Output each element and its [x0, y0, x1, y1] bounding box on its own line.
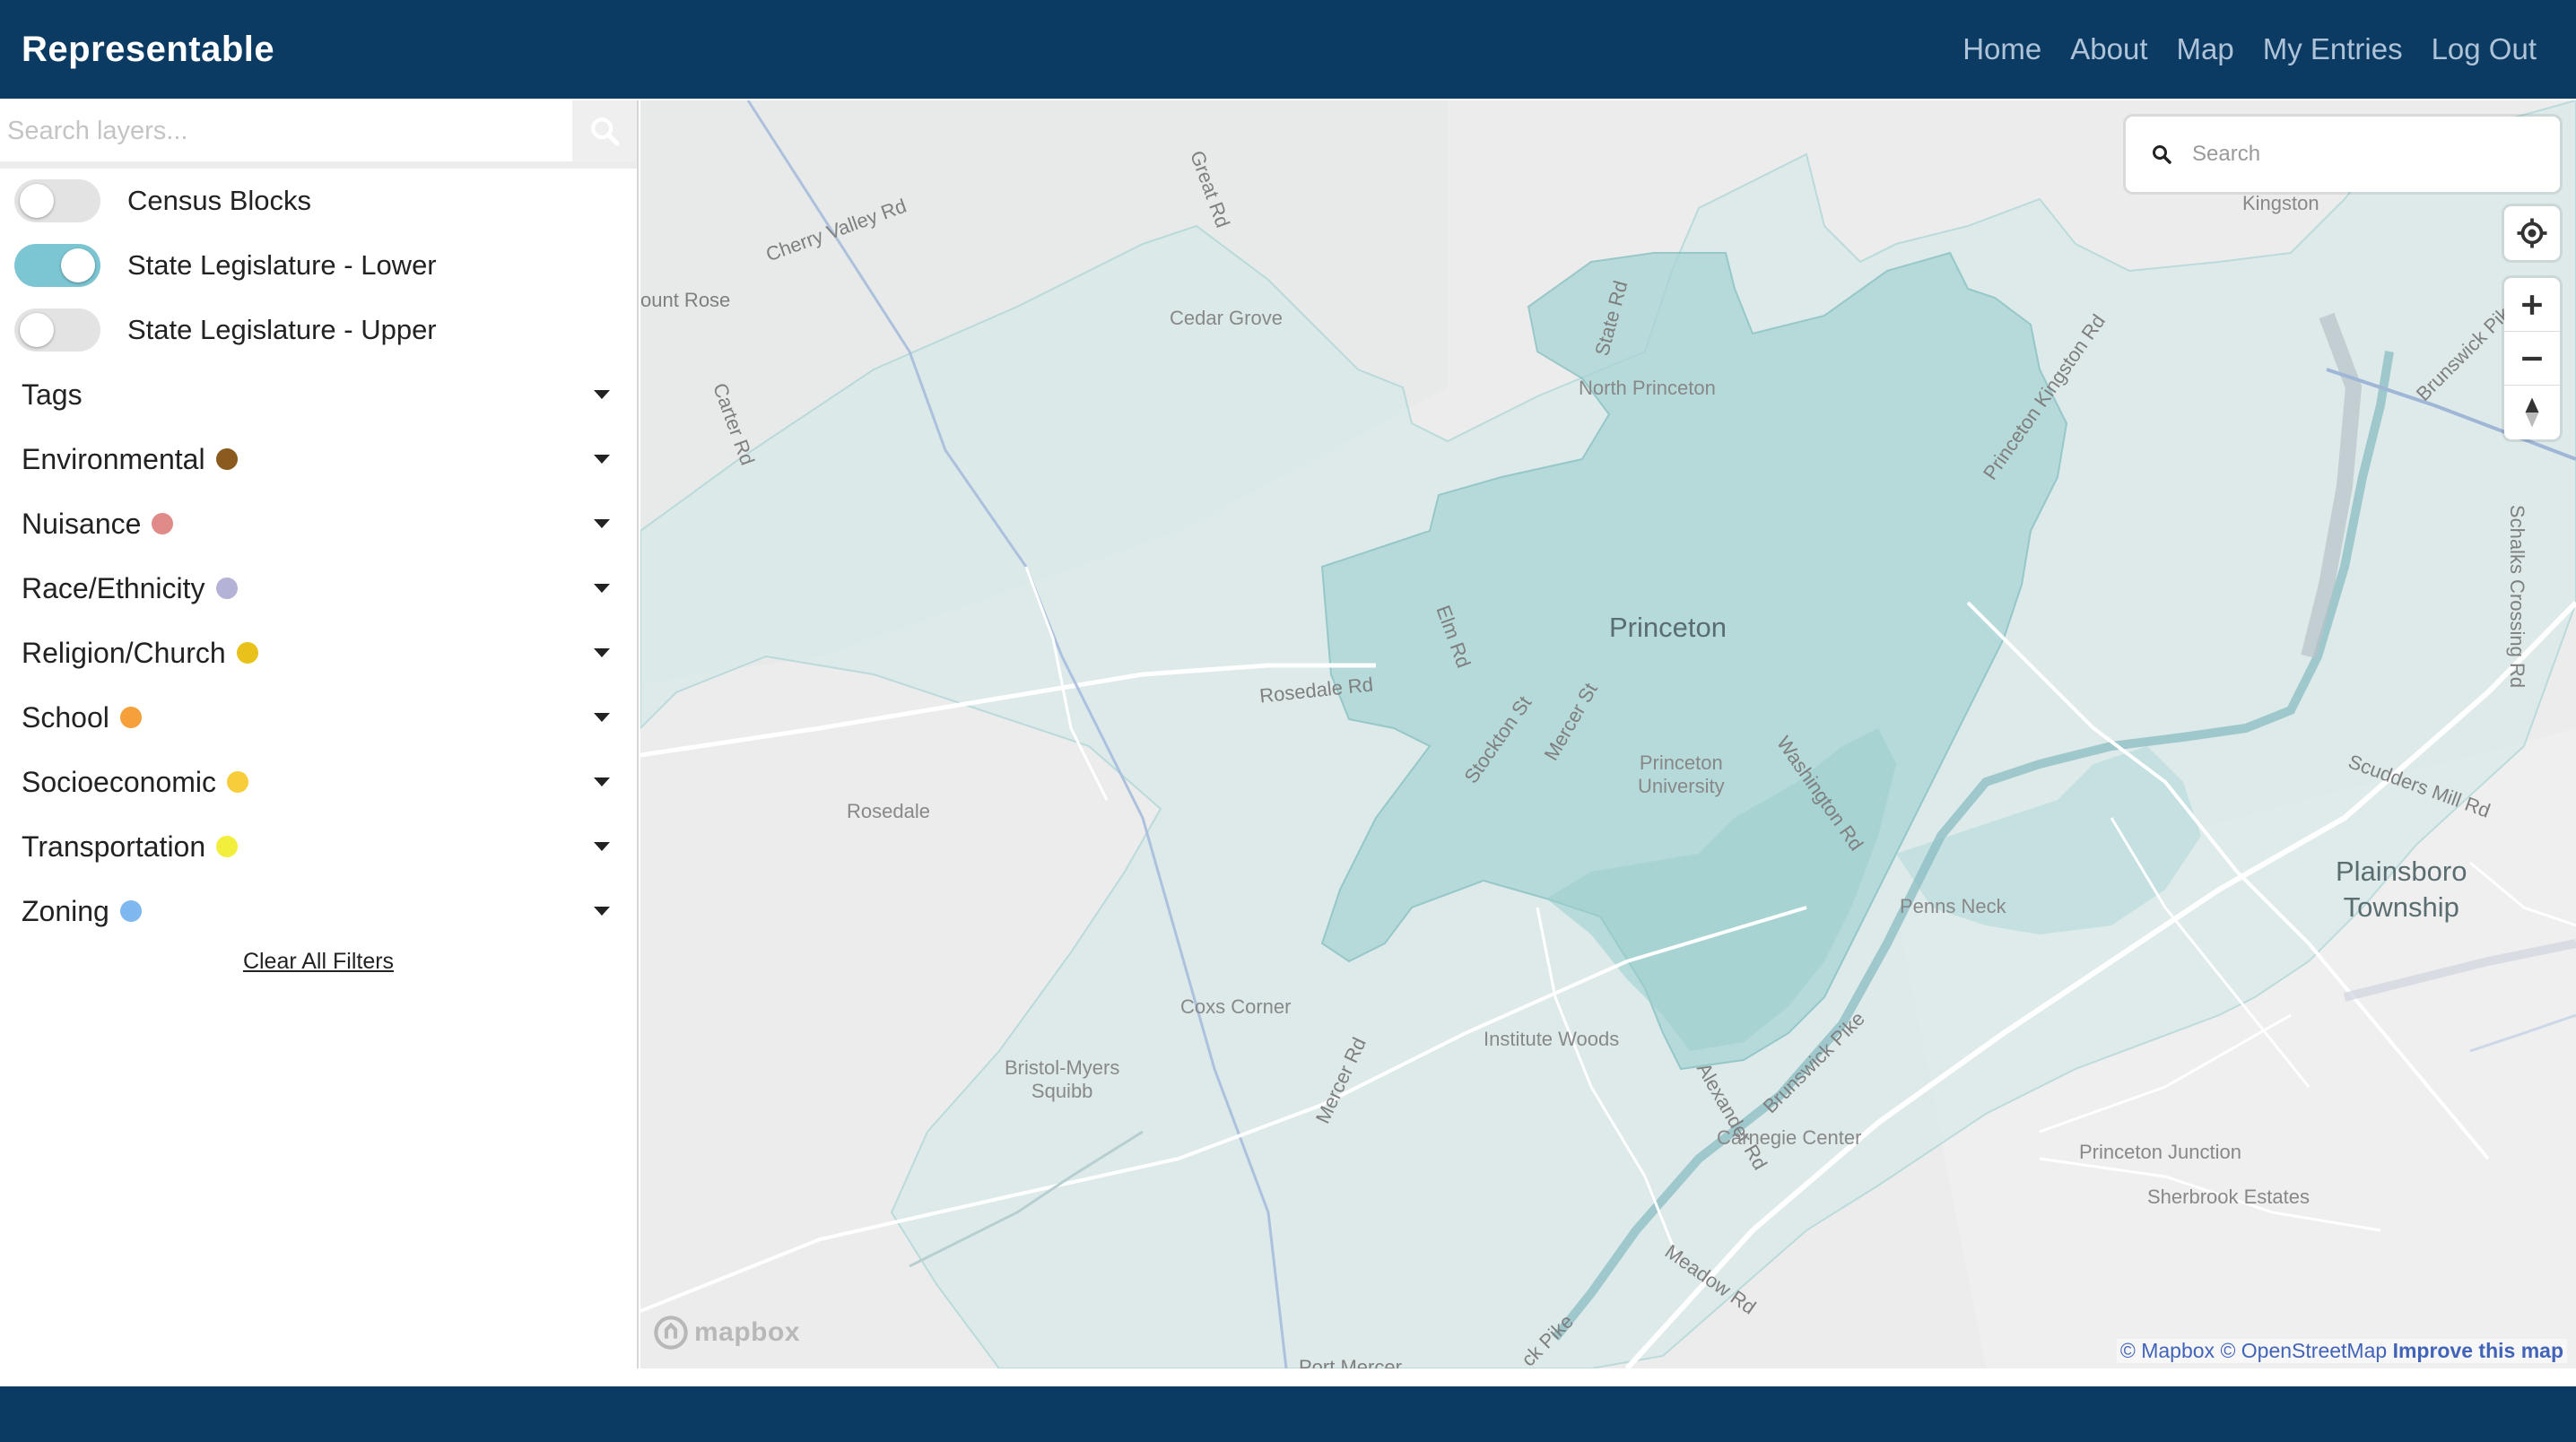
map-label-princeton: Princeton	[1609, 612, 1727, 643]
layer-sidebar: Census Blocks State Legislature - Lower …	[0, 100, 639, 1368]
layer-label: State Legislature - Upper	[127, 314, 437, 345]
map-label-cedar-grove: Cedar Grove	[1170, 307, 1283, 329]
filter-label: Zoning	[22, 894, 109, 927]
caret-down-icon	[594, 390, 610, 399]
filter-label: Nuisance	[22, 507, 142, 540]
nav-map-link[interactable]: Map	[2177, 32, 2234, 66]
page-footer	[0, 1386, 2576, 1442]
state-legislature-upper-toggle[interactable]	[14, 308, 100, 352]
nav-logout-link[interactable]: Log Out	[2432, 32, 2537, 66]
osm-attribution-link[interactable]: © OpenStreetMap	[2220, 1339, 2387, 1362]
category-color-dot	[215, 578, 238, 599]
nav-home-link[interactable]: Home	[1962, 32, 2041, 66]
search-icon	[591, 117, 620, 146]
map-label-rosedale: Rosedale	[847, 800, 930, 822]
map-label-princeton-junction: Princeton Junction	[2079, 1141, 2241, 1163]
category-color-dot	[236, 642, 258, 664]
filter-label: Transportation	[22, 830, 206, 863]
category-color-dot	[216, 836, 239, 857]
geolocate-control	[2504, 206, 2560, 260]
mapbox-wordmark: mapbox	[694, 1317, 801, 1347]
map-label-carnegie-center: Carnegie Center	[1717, 1126, 1862, 1149]
filter-socioeconomic[interactable]: Socioeconomic	[0, 750, 637, 814]
mapbox-attribution-link[interactable]: © Mapbox	[2120, 1339, 2215, 1362]
caret-down-icon	[594, 455, 610, 464]
caret-down-icon	[594, 777, 610, 786]
caret-down-icon	[594, 519, 610, 528]
brand-logo[interactable]: Representable	[22, 30, 274, 70]
nav-my-entries-link[interactable]: My Entries	[2263, 32, 2403, 66]
nav-links: Home About Map My Entries Log Out	[1962, 32, 2537, 66]
map-label-mount-rose: ount Rose	[640, 289, 731, 311]
filter-label: Socioeconomic	[22, 765, 216, 798]
layer-search-button[interactable]	[572, 100, 637, 161]
map-label-kingston: Kingston	[2242, 192, 2319, 214]
layer-toggle-census-blocks: Census Blocks	[0, 169, 637, 233]
caret-down-icon	[594, 584, 610, 593]
census-blocks-toggle[interactable]	[14, 179, 100, 222]
filter-nuisance[interactable]: Nuisance	[0, 491, 637, 556]
map-canvas[interactable]: Cherry Valley Rd Great Rd ount Rose Ceda…	[640, 100, 2576, 1368]
category-color-dot	[119, 900, 142, 922]
map-label-institute-woods: Institute Woods	[1484, 1028, 1620, 1050]
filter-race-ethnicity[interactable]: Race/Ethnicity	[0, 556, 637, 621]
filter-label: Religion/Church	[22, 636, 226, 669]
map-attribution: © Mapbox © OpenStreetMap Improve this ma…	[2116, 1339, 2567, 1363]
map-search-input[interactable]	[2192, 142, 2533, 167]
crosshair-icon	[2517, 218, 2547, 248]
nav-about-link[interactable]: About	[2070, 32, 2147, 66]
caret-down-icon	[594, 842, 610, 851]
zoom-in-button[interactable]	[2504, 278, 2560, 332]
filter-religion-church[interactable]: Religion/Church	[0, 621, 637, 685]
layer-search-input[interactable]	[0, 100, 573, 161]
layer-toggle-state-lower: State Legislature - Lower	[0, 233, 637, 298]
filter-school[interactable]: School	[0, 685, 637, 750]
plus-icon	[2522, 294, 2542, 315]
category-color-dot	[119, 707, 142, 728]
tags-label: Tags	[22, 378, 83, 411]
compass-icon	[2525, 397, 2539, 428]
layer-search-bar	[0, 100, 637, 169]
tags-dropdown[interactable]: Tags	[0, 362, 637, 427]
clear-filters-row: Clear All Filters	[0, 949, 637, 975]
caret-down-icon	[594, 907, 610, 916]
map-label-coxs-corner: Coxs Corner	[1180, 995, 1292, 1018]
zoom-out-button[interactable]	[2504, 332, 2560, 386]
category-color-dot	[215, 448, 238, 470]
map-label-bristol-myers: Bristol-Myers Squibb	[1005, 1056, 1120, 1102]
filter-transportation[interactable]: Transportation	[0, 814, 637, 879]
map-search-box	[2126, 117, 2560, 192]
caret-down-icon	[594, 713, 610, 722]
mapbox-logo[interactable]: mapbox	[653, 1315, 800, 1351]
top-navbar: Representable Home About Map My Entries …	[0, 0, 2576, 99]
filter-label: Race/Ethnicity	[22, 571, 205, 604]
layer-label: State Legislature - Lower	[127, 249, 437, 281]
caret-down-icon	[594, 648, 610, 657]
geolocate-button[interactable]	[2504, 206, 2560, 260]
search-icon	[2153, 145, 2171, 164]
layer-toggle-state-upper: State Legislature - Upper	[0, 298, 637, 362]
map-label-sherbrook-estates: Sherbrook Estates	[2147, 1186, 2310, 1208]
improve-map-link[interactable]: Improve this map	[2393, 1339, 2563, 1362]
map-label-port-mercer: Port Mercer	[1299, 1356, 1402, 1368]
state-legislature-lower-toggle[interactable]	[14, 244, 100, 287]
map-label-plainsboro: Plainsboro Township	[2336, 856, 2467, 923]
mapbox-icon	[654, 1316, 688, 1350]
category-color-dot	[152, 513, 174, 534]
category-color-dot	[227, 771, 248, 793]
map-label-schalks-crossing: Schalks Crossing Rd	[2506, 504, 2529, 689]
filter-label: Environmental	[22, 442, 205, 475]
map-label-princeton-university: Princeton University	[1638, 751, 1725, 797]
minus-icon	[2522, 356, 2542, 360]
map-label-north-princeton: North Princeton	[1579, 377, 1716, 399]
filter-environmental[interactable]: Environmental	[0, 427, 637, 491]
filter-zoning[interactable]: Zoning	[0, 879, 637, 943]
navigation-control	[2504, 278, 2560, 439]
map-label-penns-neck: Penns Neck	[1900, 895, 2006, 917]
filter-label: School	[22, 700, 109, 734]
reset-bearing-button[interactable]	[2504, 386, 2560, 439]
layer-label: Census Blocks	[127, 185, 312, 216]
clear-all-filters-link[interactable]: Clear All Filters	[243, 949, 394, 974]
